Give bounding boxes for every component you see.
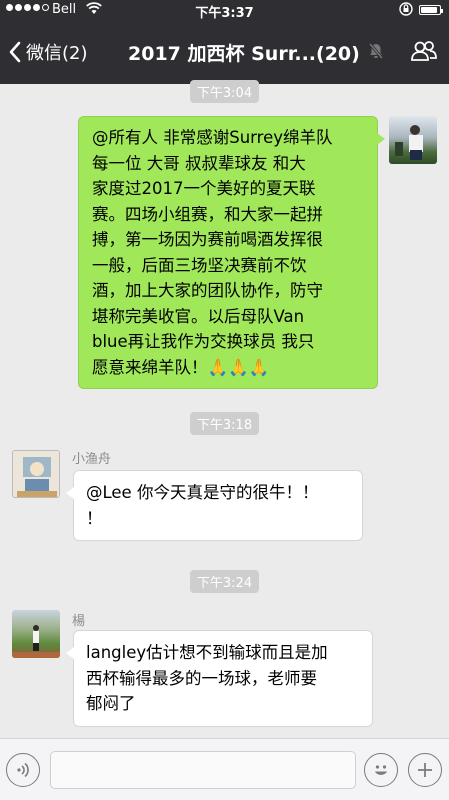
message-line: 每一位 大哥 叔叔辈球友 和大 xyxy=(92,153,306,173)
status-bar: Bell 下午3:37 xyxy=(0,0,449,21)
message-line: ！ xyxy=(86,508,103,528)
incoming-message-bubble[interactable]: langley估计想不到输球而且是加 西杯输得最多的一场球，老师要 郁闷了 xyxy=(66,630,373,727)
message-line: 家度过2017一个美好的夏天联 xyxy=(92,179,316,198)
voice-icon xyxy=(17,762,29,778)
battery-icon xyxy=(419,5,443,15)
mute-bell-icon xyxy=(368,42,384,64)
emoji-icon xyxy=(375,765,387,775)
chat-title: 2017 加西杯 Surr...(20) xyxy=(128,42,360,65)
sender-name: 楊 xyxy=(72,614,86,629)
outgoing-message-bubble[interactable]: @所有人 非常感谢Surrey绵羊队 每一位 大哥 叔叔辈球友 和大 家度过20… xyxy=(78,116,385,389)
message-line: 郁闷了 xyxy=(86,694,136,713)
chat-area[interactable]: 下午3:04 @所有人 非常感谢Surrey绵羊队 每一位 大哥 叔叔辈球友 和… xyxy=(0,80,449,738)
emoji-button[interactable] xyxy=(364,753,398,787)
nav-bar: 微信(2) 2017 加西杯 Surr...(20) xyxy=(0,20,449,84)
message-line: 赛。四场小组赛，和大家一起拼 xyxy=(92,204,323,224)
contact-avatar[interactable] xyxy=(12,450,60,498)
voice-button[interactable] xyxy=(6,753,40,787)
message-line: 酒，加上大家的团队协作，防守 xyxy=(92,281,323,300)
timestamp: 下午3:18 xyxy=(0,412,449,435)
group-members-icon xyxy=(411,41,437,61)
message-line: 堪称完美收官。以后母队Van xyxy=(92,306,305,326)
contact-avatar[interactable] xyxy=(12,610,60,658)
message-line: @Lee 你今天真是守的很牛！！ xyxy=(86,483,319,502)
timestamp: 下午3:04 xyxy=(0,80,449,103)
plus-button[interactable] xyxy=(408,753,442,787)
chevron-left-icon xyxy=(9,41,21,63)
sender-name: 小渔舟 xyxy=(72,452,112,467)
message-line: langley估计想不到输球而且是加 xyxy=(86,643,328,662)
plus-icon xyxy=(418,763,432,777)
message-line: blue再让我作为交换球员 我只 xyxy=(92,332,315,351)
group-members-button[interactable] xyxy=(411,40,437,66)
incoming-message-bubble[interactable]: @Lee 你今天真是守的很牛！！ ！ xyxy=(66,470,363,541)
orientation-lock-icon xyxy=(399,2,413,20)
message-line: 搏，第一场因为赛前喝酒发挥很 xyxy=(92,230,323,249)
input-bar xyxy=(0,738,449,800)
clock: 下午3:37 xyxy=(195,6,254,21)
message-line: 一般，后面三场坚决赛前不饮 xyxy=(92,255,307,275)
timestamp: 下午3:24 xyxy=(0,570,449,593)
my-avatar[interactable] xyxy=(389,116,437,164)
message-line: 西杯输得最多的一场球，老师要 xyxy=(86,668,317,688)
message-line: 愿意来绵羊队！🙏🙏🙏 xyxy=(92,357,270,377)
message-input[interactable] xyxy=(50,751,356,789)
back-label: 微信(2) xyxy=(26,43,88,64)
back-button[interactable]: 微信(2) xyxy=(8,20,88,84)
message-line: @所有人 非常感谢Surrey绵羊队 xyxy=(92,128,333,147)
